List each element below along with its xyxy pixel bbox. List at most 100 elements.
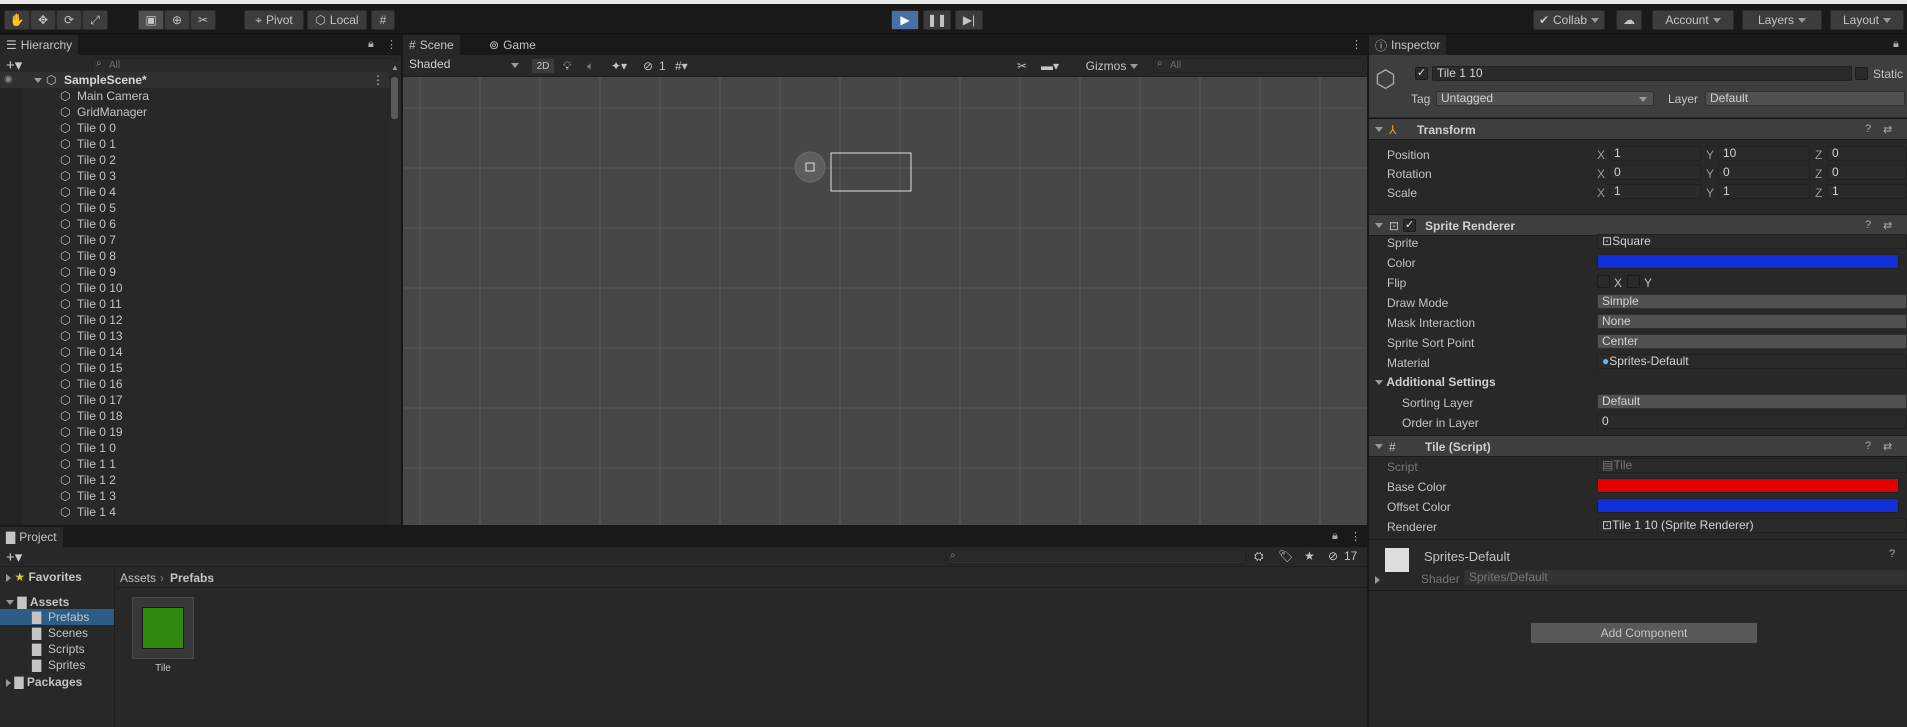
play-button[interactable]: ▶ [891, 10, 919, 30]
cube-icon[interactable]: ⬡ [1375, 65, 1396, 94]
asset-tile-label[interactable]: Tile [132, 663, 194, 674]
tree-item-sprites[interactable]: ▇ Sprites [0, 657, 114, 673]
hierarchy-item[interactable]: ⬡ Tile 0 17 [0, 392, 388, 408]
favorite-star-icon[interactable]: ★ [1304, 549, 1315, 563]
hierarchy-item[interactable]: ⬡ Tile 0 16 [0, 376, 388, 392]
sorting-layer-dropdown[interactable]: Default [1597, 394, 1907, 409]
presets-icon[interactable]: ⇄ [1883, 123, 1892, 136]
layout-dropdown[interactable]: Layout [1830, 10, 1904, 30]
active-checkbox[interactable]: ✓ [1415, 67, 1428, 80]
transform-z-field[interactable]: 0 [1827, 146, 1907, 161]
transform-z-field[interactable]: 0 [1827, 165, 1907, 180]
hierarchy-item[interactable]: ⬡ Tile 0 4 [0, 184, 388, 200]
flip-y-checkbox[interactable] [1627, 275, 1640, 288]
help-icon[interactable]: ? [1865, 123, 1871, 135]
tab-scene[interactable]: # Scene [403, 35, 460, 55]
hierarchy-item[interactable]: ⬡ Tile 0 8 [0, 248, 388, 264]
audio-icon[interactable]: 🔈︎ [587, 59, 594, 74]
flip-x-checkbox[interactable] [1597, 275, 1610, 288]
scale-tool-button[interactable]: ⤢ [82, 10, 108, 30]
help-icon[interactable]: ? [1889, 548, 1895, 560]
scene-viewport[interactable] [403, 77, 1367, 525]
presets-icon[interactable]: ⇄ [1883, 440, 1892, 453]
renderer-field[interactable]: ⊡Tile 1 10 (Sprite Renderer) [1597, 518, 1907, 533]
collab-dropdown[interactable]: ✔ Collab [1533, 10, 1605, 30]
tree-item-scripts[interactable]: ▇ Scripts [0, 641, 114, 657]
step-button[interactable]: ▶| [955, 10, 983, 30]
transform-header[interactable]: ⅄ Transform ? ⇄ [1369, 118, 1907, 140]
hierarchy-item[interactable]: ⬡ Tile 1 1 [0, 456, 388, 472]
asset-tile-thumbnail[interactable] [132, 597, 194, 659]
lock-icon[interactable]: 🔒︎ [1332, 530, 1338, 543]
tree-item-prefabs[interactable]: ▇ Prefabs [0, 609, 114, 625]
transform-x-field[interactable]: 1 [1609, 146, 1701, 161]
eye-icon[interactable]: ◉ [4, 72, 13, 88]
hierarchy-item[interactable]: ⬡ Tile 0 18 [0, 408, 388, 424]
transform-y-field[interactable]: 0 [1718, 165, 1810, 180]
component-enabled-checkbox[interactable]: ✓ [1403, 219, 1416, 232]
more-icon[interactable]: ⋮ [1350, 530, 1361, 543]
hierarchy-search-input[interactable]: All [92, 58, 396, 73]
more-icon[interactable]: ⋮ [386, 38, 397, 51]
object-name-field[interactable]: Tile 1 10 [1432, 66, 1852, 81]
scene-row[interactable]: ◉ ⬡ SampleScene* ⋮ [0, 72, 390, 88]
grid-toggle-icon[interactable]: #▾ [675, 59, 688, 73]
hierarchy-item[interactable]: ⬡ Tile 0 5 [0, 200, 388, 216]
lighting-icon[interactable]: 💡︎ [563, 59, 571, 74]
tag-dropdown[interactable]: Untagged [1436, 91, 1654, 106]
add-component-button[interactable]: Add Component [1530, 622, 1758, 644]
tab-project[interactable]: ▇ Project [0, 527, 63, 547]
hierarchy-item[interactable]: ⬡ Tile 0 2 [0, 152, 388, 168]
hierarchy-scrollbar[interactable]: ▲ ▼ [389, 63, 401, 544]
filter-label-icon[interactable]: 🏷︎ [1278, 549, 1293, 563]
lock-icon[interactable]: 🔒︎ [1893, 38, 1899, 51]
help-icon[interactable]: ? [1865, 440, 1871, 452]
hierarchy-item[interactable]: ⬡ Tile 0 7 [0, 232, 388, 248]
move-tool-button[interactable]: ✥ [30, 10, 56, 30]
breadcrumb-assets[interactable]: Assets [120, 571, 156, 585]
hand-tool-button[interactable]: ✋ [4, 10, 30, 30]
tab-inspector[interactable]: ⓘ Inspector [1369, 35, 1447, 55]
help-icon[interactable]: ? [1865, 219, 1871, 231]
hierarchy-item[interactable]: ⬡ Tile 0 1 [0, 136, 388, 152]
pivot-handle[interactable] [794, 151, 826, 183]
hierarchy-item[interactable]: ⬡ Tile 0 11 [0, 296, 388, 312]
mask-interaction-dropdown[interactable]: None [1597, 314, 1907, 329]
offset-color-field[interactable] [1597, 498, 1899, 513]
hierarchy-item[interactable]: ⬡ Tile 0 9 [0, 264, 388, 280]
sprite-renderer-header[interactable]: ⊡ ✓ Sprite Renderer ? ⇄ [1369, 214, 1907, 236]
transform-x-field[interactable]: 0 [1609, 165, 1701, 180]
more-icon[interactable]: ⋮ [372, 72, 384, 88]
pause-button[interactable]: ❚❚ [923, 10, 951, 30]
local-toggle-button[interactable]: ⬡ Local [307, 10, 367, 30]
tab-game[interactable]: ⊚ Game [483, 35, 542, 55]
scrollbar-thumb[interactable] [391, 77, 398, 119]
sprite-field[interactable]: ⊡Square [1597, 234, 1907, 249]
hierarchy-item[interactable]: ⬡ Tile 1 2 [0, 472, 388, 488]
hidden-packages-icon[interactable]: ⊘ [1328, 549, 1338, 563]
color-field[interactable] [1597, 254, 1899, 269]
material-field[interactable]: ●Sprites-Default [1597, 354, 1907, 369]
tree-assets[interactable]: ▇ Assets [6, 595, 69, 609]
tab-hierarchy[interactable]: ☰ Hierarchy [0, 35, 79, 55]
hierarchy-item[interactable]: ⬡ Tile 0 3 [0, 168, 388, 184]
layers-dropdown[interactable]: Layers [1742, 10, 1822, 30]
transform-x-field[interactable]: 1 [1609, 184, 1701, 199]
additional-settings-foldout[interactable]: Additional Settings [1375, 375, 1496, 389]
hierarchy-item[interactable]: ⬡ Tile 0 14 [0, 344, 388, 360]
rect-tool-button[interactable]: ▣ [138, 10, 164, 30]
mode-2d-toggle[interactable]: 2D [531, 58, 555, 74]
hierarchy-item[interactable]: ⬡ Main Camera [0, 88, 388, 104]
create-asset-button[interactable]: +▾ [6, 548, 22, 566]
breadcrumb-prefabs[interactable]: Prefabs [170, 571, 214, 585]
hierarchy-item[interactable]: ⬡ Tile 0 19 [0, 424, 388, 440]
hierarchy-item[interactable]: ⬡ Tile 0 6 [0, 216, 388, 232]
tile-script-header[interactable]: # Tile (Script) ? ⇄ [1369, 435, 1907, 457]
cloud-button[interactable]: ☁ [1616, 10, 1642, 30]
snap-button[interactable]: # [371, 10, 395, 30]
scene-search-input[interactable]: All [1153, 58, 1363, 73]
effects-icon[interactable]: ✦▾ [611, 59, 627, 73]
draw-mode-dropdown[interactable]: Simple [1597, 294, 1907, 309]
tree-item-scenes[interactable]: ▇ Scenes [0, 625, 114, 641]
hierarchy-item[interactable]: ⬡ Tile 0 12 [0, 312, 388, 328]
